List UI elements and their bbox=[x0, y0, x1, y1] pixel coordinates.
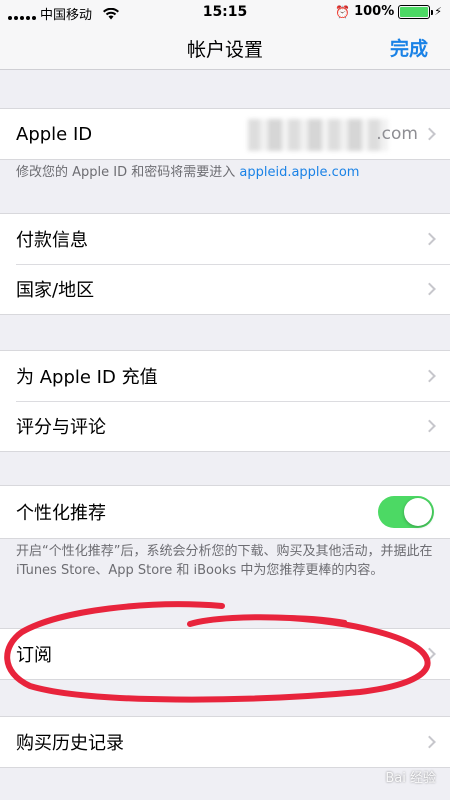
toggle-knob bbox=[404, 498, 432, 526]
chevron-right-icon bbox=[423, 232, 436, 246]
done-button[interactable]: 完成 bbox=[390, 34, 428, 61]
history-group: 购买历史记录 bbox=[0, 716, 450, 768]
topup-group: 为 Apple ID 充值 评分与评论 bbox=[0, 350, 450, 452]
apple-id-row[interactable]: Apple ID .com bbox=[0, 109, 450, 159]
payment-group: 付款信息 国家/地区 bbox=[0, 213, 450, 315]
appleid-link[interactable]: appleid.apple.com bbox=[239, 165, 359, 180]
personalization-toggle[interactable] bbox=[378, 496, 434, 528]
battery-fill bbox=[400, 6, 429, 17]
apple-id-footer: 修改您的 Apple ID 和密码将需要进入 appleid.apple.com bbox=[16, 163, 436, 182]
alarm-icon: ⏰ bbox=[335, 4, 351, 19]
subscriptions-group: 订阅 bbox=[0, 628, 450, 680]
chevron-right-icon bbox=[423, 735, 436, 749]
personalization-group: 个性化推荐 bbox=[0, 485, 450, 539]
battery-percent: 100% bbox=[354, 4, 395, 19]
apple-id-group: Apple ID .com bbox=[0, 108, 450, 160]
status-right: ⏰ 100% ⚡ bbox=[335, 4, 442, 19]
chevron-right-icon bbox=[423, 369, 436, 383]
personalization-label: 个性化推荐 bbox=[16, 503, 106, 524]
purchase-history-row[interactable]: 购买历史记录 bbox=[0, 717, 450, 767]
apple-id-label: Apple ID bbox=[16, 123, 93, 145]
chevron-right-icon bbox=[423, 282, 436, 296]
personalization-footer: 开启“个性化推荐”后，系统会分析您的下载、购买及其他活动，并据此在 iTunes… bbox=[16, 544, 433, 578]
chevron-right-icon bbox=[423, 127, 436, 141]
nav-bar: 帐户设置 完成 bbox=[0, 24, 450, 70]
subscriptions-row[interactable]: 订阅 bbox=[0, 629, 450, 679]
redacted-email bbox=[248, 119, 388, 151]
status-bar: 中国移动 15:15 ⏰ 100% ⚡ bbox=[0, 0, 450, 24]
topup-label: 为 Apple ID 充值 bbox=[16, 367, 158, 388]
payment-info-label: 付款信息 bbox=[16, 230, 88, 251]
watermark: Bai 经验 bbox=[385, 771, 436, 786]
page-title: 帐户设置 bbox=[186, 39, 263, 61]
chevron-right-icon bbox=[423, 419, 436, 433]
topup-row[interactable]: 为 Apple ID 充值 bbox=[0, 351, 450, 401]
apple-id-footer-text: 修改您的 Apple ID 和密码将需要进入 bbox=[16, 165, 240, 180]
country-region-label: 国家/地区 bbox=[16, 280, 95, 301]
chevron-right-icon bbox=[423, 647, 436, 661]
purchase-history-label: 购买历史记录 bbox=[16, 733, 124, 754]
subscriptions-label: 订阅 bbox=[16, 645, 52, 666]
payment-info-row[interactable]: 付款信息 bbox=[0, 214, 450, 264]
charging-icon: ⚡ bbox=[434, 5, 442, 18]
country-region-row[interactable]: 国家/地区 bbox=[0, 264, 450, 314]
personalization-row: 个性化推荐 bbox=[0, 486, 450, 538]
battery-icon bbox=[398, 4, 434, 19]
ratings-reviews-row[interactable]: 评分与评论 bbox=[0, 401, 450, 451]
apple-id-value: .com bbox=[376, 124, 418, 144]
ratings-reviews-label: 评分与评论 bbox=[16, 417, 106, 438]
